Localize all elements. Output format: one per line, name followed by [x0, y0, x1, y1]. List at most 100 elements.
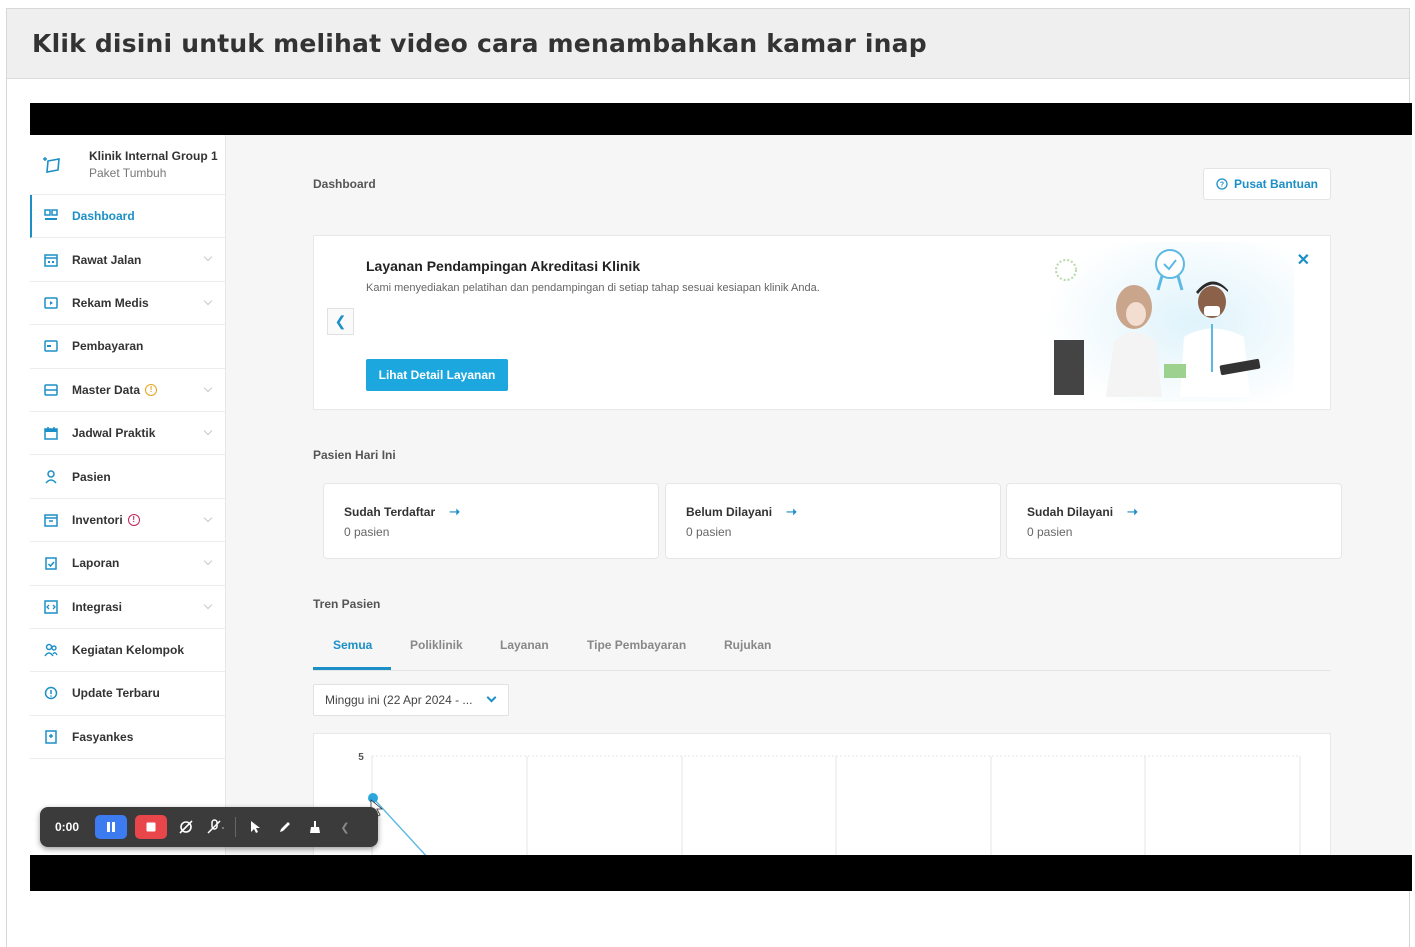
collapse-toolbar-button[interactable]: ❮	[334, 815, 356, 839]
sidebar-item-jadwal-praktik[interactable]: Jadwal Praktik	[30, 412, 225, 456]
sidebar-item-label: Inventori	[72, 512, 123, 527]
sidebar-item-label: Rawat Jalan	[72, 252, 142, 267]
chevron-down-icon	[203, 426, 213, 436]
clinic-switcher[interactable]: Klinik Internal Group 1 Paket Tumbuh	[30, 135, 225, 195]
eraser-tool-button[interactable]	[304, 815, 326, 839]
stat-card-value: 0 pasien	[686, 525, 732, 539]
chevron-left-icon: ❮	[334, 313, 347, 329]
patient-icon	[43, 469, 59, 485]
recording-time: 0:00	[55, 820, 80, 834]
pause-icon	[107, 822, 115, 832]
stat-card-title: Sudah Dilayani	[1027, 505, 1114, 519]
stat-card-value: 0 pasien	[344, 525, 390, 539]
stat-card-served[interactable]: Sudah Dilayani ➝ 0 pasien	[1006, 483, 1342, 559]
help-center-label: Pusat Bantuan	[1233, 177, 1318, 191]
sidebar-item-kegiatan-kelompok[interactable]: Kegiatan Kelompok	[30, 629, 225, 673]
week-range-value: Minggu ini (22 Apr 2024 - ...	[325, 693, 473, 707]
tab-tipe-pembayaran[interactable]: Tipe Pembayaran	[587, 638, 686, 652]
chevron-down-icon	[203, 556, 213, 566]
toolbar-divider	[235, 817, 236, 837]
update-icon	[43, 685, 59, 701]
panel-header[interactable]: Klik disini untuk melihat video cara men…	[7, 9, 1409, 79]
doctors-illustration	[1044, 242, 1294, 402]
help-center-button[interactable]: ? Pusat Bantuan	[1203, 168, 1331, 200]
tab-rujukan[interactable]: Rujukan	[724, 638, 771, 652]
sidebar-item-pasien[interactable]: Pasien	[30, 455, 225, 499]
y-tick-label: 5	[358, 752, 364, 763]
sidebar-item-dashboard[interactable]: Dashboard	[30, 195, 225, 239]
banner-description: Kami menyediakan pelatihan dan pendampin…	[366, 282, 820, 294]
pen-tool-button[interactable]	[274, 815, 296, 839]
calendar-icon	[43, 425, 59, 441]
report-icon	[43, 555, 59, 571]
active-tab-indicator	[313, 667, 391, 670]
panel-title-link[interactable]: Klik disini untuk melihat video cara men…	[32, 29, 927, 58]
sidebar-item-label: Integrasi	[72, 599, 123, 614]
payment-icon	[43, 338, 59, 354]
sidebar-item-inventori[interactable]: Inventori !	[30, 499, 225, 543]
breadcrumb: Dashboard	[313, 177, 376, 191]
banner-title: Layanan Pendampingan Akreditasi Klinik	[366, 258, 641, 274]
banner-detail-button[interactable]: Lihat Detail Layanan	[366, 359, 508, 391]
stop-button[interactable]	[135, 815, 167, 839]
sidebar-item-master-data[interactable]: Master Data !	[30, 369, 225, 412]
sidebar-item-label: Dashboard	[72, 209, 135, 224]
stat-card-registered[interactable]: Sudah Terdaftar ➝ 0 pasien	[323, 483, 659, 559]
camera-off-icon	[179, 820, 193, 834]
stop-icon	[146, 822, 156, 832]
tab-poliklinik[interactable]: Poliklinik	[410, 638, 463, 652]
sidebar-item-label: Master Data	[72, 382, 141, 397]
trend-tabs: Semua Poliklinik Layanan Tipe Pembayaran…	[313, 629, 1331, 671]
sidebar-item-label: Pembayaran	[72, 339, 144, 354]
alert-icon: !	[127, 513, 140, 526]
chevron-left-icon: ❮	[340, 821, 350, 834]
tab-semua[interactable]: Semua	[333, 638, 372, 652]
promo-banner: Layanan Pendampingan Akreditasi Klinik K…	[313, 235, 1331, 410]
broom-icon	[310, 821, 320, 833]
clinic-logo-icon	[43, 156, 60, 173]
chevron-down-icon	[203, 253, 213, 262]
chevron-down-icon	[203, 600, 213, 609]
trend-chart-svg: 5	[358, 752, 1301, 855]
chevron-down-icon	[203, 296, 213, 306]
sidebar-item-laporan[interactable]: Laporan	[30, 542, 225, 586]
mic-off-button[interactable]	[205, 815, 227, 839]
chevron-down-icon	[486, 692, 497, 703]
sidebar-item-label: Jadwal Praktik	[72, 426, 156, 441]
pen-icon	[280, 822, 290, 832]
sidebar-item-integrasi[interactable]: Integrasi	[30, 586, 225, 629]
sidebar-item-fasyankes[interactable]: Fasyankes	[30, 716, 225, 760]
help-icon: ?	[1216, 178, 1228, 190]
clinic-plan: Paket Tumbuh	[89, 166, 167, 180]
tab-layanan[interactable]: Layanan	[500, 638, 549, 652]
screen-recorder-toolbar: 0:00 ❮	[40, 807, 378, 847]
sidebar-item-pembayaran[interactable]: Pembayaran	[30, 325, 225, 369]
close-icon[interactable]: ✕	[1297, 250, 1310, 270]
week-range-select[interactable]: Minggu ini (22 Apr 2024 - ...	[313, 684, 509, 716]
trend-line	[372, 797, 427, 855]
chevron-down-icon	[203, 513, 213, 522]
stat-card-value: 0 pasien	[1027, 525, 1073, 539]
pointer-tool-button[interactable]	[244, 815, 266, 839]
dashboard-icon	[43, 208, 59, 224]
patient-trend-chart: 5	[313, 733, 1331, 855]
sidebar-item-label: Kegiatan Kelompok	[72, 643, 185, 658]
stat-card-not-served[interactable]: Belum Dilayani ➝ 0 pasien	[665, 483, 1001, 559]
pause-button[interactable]	[95, 815, 127, 839]
sidebar-item-label: Laporan	[72, 556, 120, 571]
warning-icon: !	[145, 383, 158, 396]
chevron-down-icon	[203, 383, 213, 392]
sidebar-item-update-terbaru[interactable]: Update Terbaru	[30, 672, 225, 716]
mic-off-icon	[207, 819, 224, 834]
video-player[interactable]: Klinik Internal Group 1 Paket Tumbuh Das…	[30, 103, 1412, 891]
outpatient-icon	[43, 252, 59, 268]
sidebar-item-rekam-medis[interactable]: Rekam Medis	[30, 282, 225, 326]
patient-trend-label: Tren Pasien	[313, 597, 381, 611]
sidebar-item-label: Update Terbaru	[72, 686, 160, 701]
master-data-icon	[43, 382, 59, 398]
banner-prev-button[interactable]: ❮	[327, 308, 354, 335]
app-screenshot-frame: Klinik Internal Group 1 Paket Tumbuh Das…	[30, 135, 1412, 855]
sidebar-item-rawat-jalan[interactable]: Rawat Jalan	[30, 238, 225, 282]
stat-card-title: Belum Dilayani	[686, 505, 773, 519]
camera-off-button[interactable]	[175, 815, 197, 839]
